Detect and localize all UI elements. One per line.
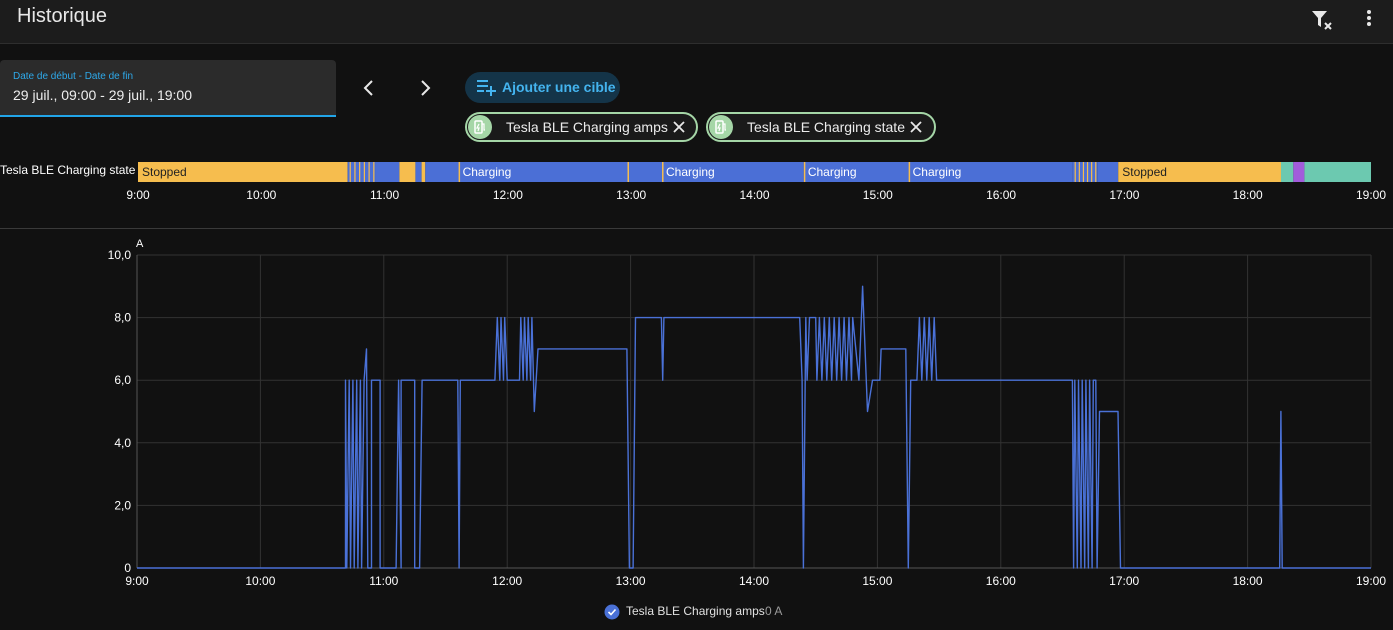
y-tick-label: 0 xyxy=(124,561,131,575)
timeline-segment-label: Stopped xyxy=(142,165,187,179)
timeline-separator xyxy=(803,162,806,182)
timeline-segment[interactable] xyxy=(375,162,400,182)
x-tick-label: 14:00 xyxy=(739,574,769,588)
timeline-segment[interactable] xyxy=(1072,162,1098,182)
timeline-segment-flicker xyxy=(349,162,351,182)
timeline-tick-label: 19:00 xyxy=(1356,188,1386,202)
timeline-tick-label: 17:00 xyxy=(1109,188,1139,202)
timeline-segment-label: Charging xyxy=(463,165,512,179)
timeline-segment-flicker xyxy=(373,162,375,182)
timeline-tick-label: 11:00 xyxy=(370,188,399,202)
timeline-segment-flicker xyxy=(368,162,370,182)
timeline-segment-flicker xyxy=(1078,162,1080,182)
date-range-value: 29 juil., 09:00 - 29 juil., 19:00 xyxy=(13,87,193,103)
y-tick-label: 8,0 xyxy=(114,311,131,325)
dots-vertical-icon[interactable] xyxy=(1356,6,1384,34)
timeline-segment-label: Charging xyxy=(913,165,962,179)
x-tick-label: 10:00 xyxy=(245,574,275,588)
x-tick-label: 16:00 xyxy=(986,574,1016,588)
x-tick-label: 11:00 xyxy=(369,574,398,588)
timeline-segment[interactable] xyxy=(1293,162,1305,182)
add-target-button[interactable]: Ajouter une cible xyxy=(465,72,620,103)
timeline-segment[interactable] xyxy=(347,162,376,182)
close-icon[interactable] xyxy=(908,119,924,135)
top-app-bar: Historique xyxy=(0,0,1393,44)
date-range-label: Date de début - Date de fin xyxy=(13,71,134,82)
timeline-tick-label: 10:00 xyxy=(246,188,276,202)
x-tick-label: 9:00 xyxy=(125,574,149,588)
y-axis-unit: A xyxy=(136,238,144,250)
timeline-segment-label: Stopped xyxy=(1122,165,1167,179)
ev-station-icon xyxy=(468,115,492,139)
target-chip-charging-amps[interactable]: Tesla BLE Charging amps xyxy=(465,112,698,142)
y-tick-label: 4,0 xyxy=(114,436,131,450)
timeline-segment[interactable] xyxy=(1097,162,1119,182)
timeline-tick-label: 13:00 xyxy=(616,188,646,202)
x-tick-label: 15:00 xyxy=(862,574,892,588)
close-icon[interactable] xyxy=(671,119,687,135)
timeline-tick-label: 15:00 xyxy=(863,188,893,202)
x-tick-label: 19:00 xyxy=(1356,574,1386,588)
timeline-tick-label: 12:00 xyxy=(493,188,523,202)
x-tick-label: 12:00 xyxy=(492,574,522,588)
timeline-separator xyxy=(908,162,911,182)
y-tick-label: 6,0 xyxy=(114,373,131,387)
timeline-segment-flicker xyxy=(1095,162,1097,182)
chip-label: Tesla BLE Charging state xyxy=(747,119,905,135)
date-range-picker[interactable]: Date de début - Date de fin 29 juil., 09… xyxy=(0,60,336,117)
timeline-segment-flicker xyxy=(354,162,356,182)
x-tick-label: 18:00 xyxy=(1233,574,1263,588)
playlist-plus-icon xyxy=(477,80,496,96)
add-target-label: Ajouter une cible xyxy=(502,79,616,95)
page-title: Historique xyxy=(17,5,108,27)
timeline-segment[interactable] xyxy=(399,162,416,182)
timeline-separator xyxy=(662,162,664,182)
timeline-segment-flicker xyxy=(363,162,365,182)
timeline-tick-label: 14:00 xyxy=(739,188,769,202)
target-chip-charging-state[interactable]: Tesla BLE Charging state xyxy=(706,112,936,142)
timeline-segment[interactable] xyxy=(1304,162,1371,182)
timeline-tick-label: 18:00 xyxy=(1233,188,1263,202)
chevron-right-icon xyxy=(421,80,431,96)
timeline-segment-flicker xyxy=(1091,162,1093,182)
timeline-segment-flicker xyxy=(1086,162,1089,182)
timeline-segment[interactable] xyxy=(1280,162,1294,182)
previous-period-button[interactable] xyxy=(357,76,381,100)
y-tick-label: 10,0 xyxy=(108,248,132,262)
timeline-separator xyxy=(458,162,461,182)
filter-remove-icon[interactable] xyxy=(1308,6,1336,34)
timeline-segment[interactable] xyxy=(425,162,459,182)
timeline-segment-flicker xyxy=(1074,162,1076,182)
legend-series-value: 0 A xyxy=(765,604,783,618)
timeline-segment-flicker xyxy=(1082,162,1085,182)
timeline-separator xyxy=(627,162,630,182)
timeline-segment-label: Charging xyxy=(666,165,715,179)
ev-station-icon xyxy=(709,115,733,139)
chip-label: Tesla BLE Charging amps xyxy=(506,119,668,135)
x-tick-label: 17:00 xyxy=(1109,574,1139,588)
timeline-segment[interactable] xyxy=(415,162,422,182)
timeline-tick-label: 16:00 xyxy=(986,188,1016,202)
timeline-segment-label: Charging xyxy=(808,165,857,179)
timeline-segment-flicker xyxy=(359,162,361,182)
charging-amps-line-chart[interactable]: 0 2,0 4,0 6,0 8,0 10,0 A 9:00 10:00 11:00 12:00 13:… xyxy=(0,230,1393,595)
timeline-segment[interactable] xyxy=(627,162,663,182)
chevron-left-icon xyxy=(363,80,373,96)
check-circle-icon xyxy=(604,604,620,620)
timeline-segment[interactable] xyxy=(421,162,426,182)
next-period-button[interactable] xyxy=(413,76,437,100)
state-timeline[interactable]: Stopped Charging Charging Charging Charging S… xyxy=(0,160,1393,210)
x-tick-label: 13:00 xyxy=(616,574,646,588)
divider xyxy=(0,228,1393,229)
y-tick-label: 2,0 xyxy=(114,498,131,512)
legend-series-name: Tesla BLE Charging amps xyxy=(626,604,765,618)
timeline-tick-label: 9:00 xyxy=(126,188,150,202)
